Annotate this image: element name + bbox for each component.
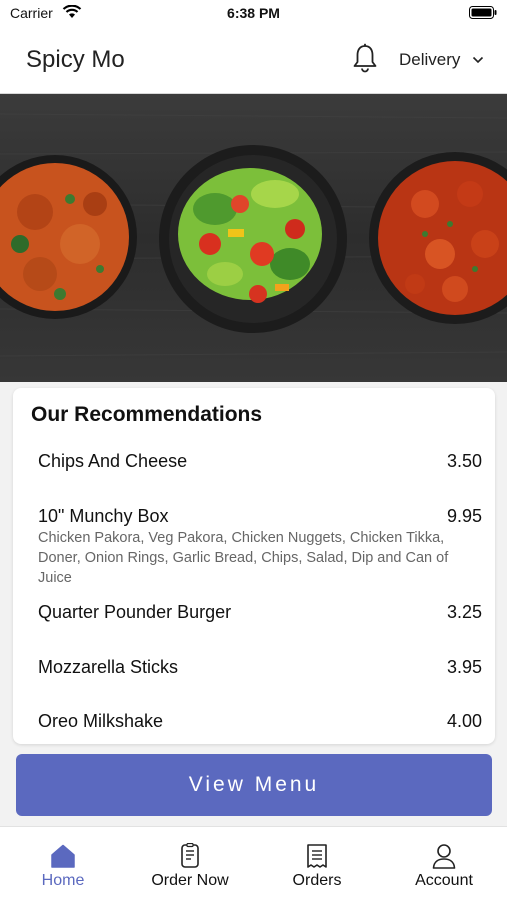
- status-bar: Carrier 6:38 PM: [0, 0, 507, 26]
- hero-food-image: [0, 94, 507, 382]
- menu-item-price: 3.25: [446, 602, 482, 622]
- menu-item-name: Oreo Milkshake: [38, 711, 164, 731]
- order-icon: [181, 843, 199, 868]
- app-header: Spicy Mo Delivery: [0, 26, 507, 94]
- menu-item-name: Chips And Cheese: [38, 451, 188, 471]
- tab-label: Orders: [292, 872, 342, 889]
- receipt-icon: [307, 844, 327, 868]
- salad-dish: [159, 145, 347, 333]
- menu-item-name: Quarter Pounder Burger: [38, 602, 232, 622]
- menu-item-price: 3.95: [446, 657, 482, 677]
- chevron-down-icon[interactable]: [472, 56, 484, 64]
- menu-item[interactable]: Quarter Pounder Burger 3.25: [38, 602, 482, 623]
- tab-orders[interactable]: Orders: [254, 827, 380, 901]
- tab-order-now[interactable]: Order Now: [127, 827, 253, 901]
- menu-item[interactable]: Chips And Cheese 3.50: [38, 451, 482, 472]
- battery-icon: [469, 6, 497, 19]
- prawn-dish: [369, 152, 507, 324]
- notification-bell-icon[interactable]: [351, 43, 379, 73]
- view-menu-button[interactable]: View Menu: [16, 754, 492, 816]
- recommendations-card: Our Recommendations Chips And Cheese 3.5…: [13, 388, 495, 744]
- menu-item[interactable]: Oreo Milkshake 4.00: [38, 711, 482, 732]
- tab-account[interactable]: Account: [381, 827, 507, 901]
- menu-item[interactable]: Mozzarella Sticks 3.95: [38, 657, 482, 678]
- menu-item-price: 3.50: [446, 451, 482, 471]
- restaurant-name: Spicy Mo: [26, 46, 125, 73]
- menu-item-name: Mozzarella Sticks: [38, 657, 179, 677]
- person-icon: [432, 844, 456, 869]
- menu-item-price: 9.95: [446, 506, 482, 526]
- tab-label: Account: [415, 872, 473, 889]
- home-icon: [51, 844, 75, 868]
- menu-item-description: Chicken Pakora, Veg Pakora, Chicken Nugg…: [38, 530, 449, 586]
- bottom-tab-bar: Home Order Now Orders Account: [0, 826, 507, 901]
- tab-label: Home: [41, 872, 85, 889]
- menu-item-name: 10" Munchy Box: [38, 506, 169, 526]
- recommendations-title: Our Recommendations: [31, 403, 263, 426]
- curry-dish: [0, 155, 137, 319]
- tab-label: Order Now: [151, 872, 229, 889]
- clock: 6:38 PM: [227, 5, 280, 21]
- menu-item[interactable]: 10" Munchy Box 9.95 Chicken Pakora, Veg …: [38, 506, 482, 588]
- menu-item-price: 4.00: [446, 711, 482, 731]
- tab-home[interactable]: Home: [0, 827, 126, 901]
- delivery-mode-selector[interactable]: Delivery: [399, 50, 460, 70]
